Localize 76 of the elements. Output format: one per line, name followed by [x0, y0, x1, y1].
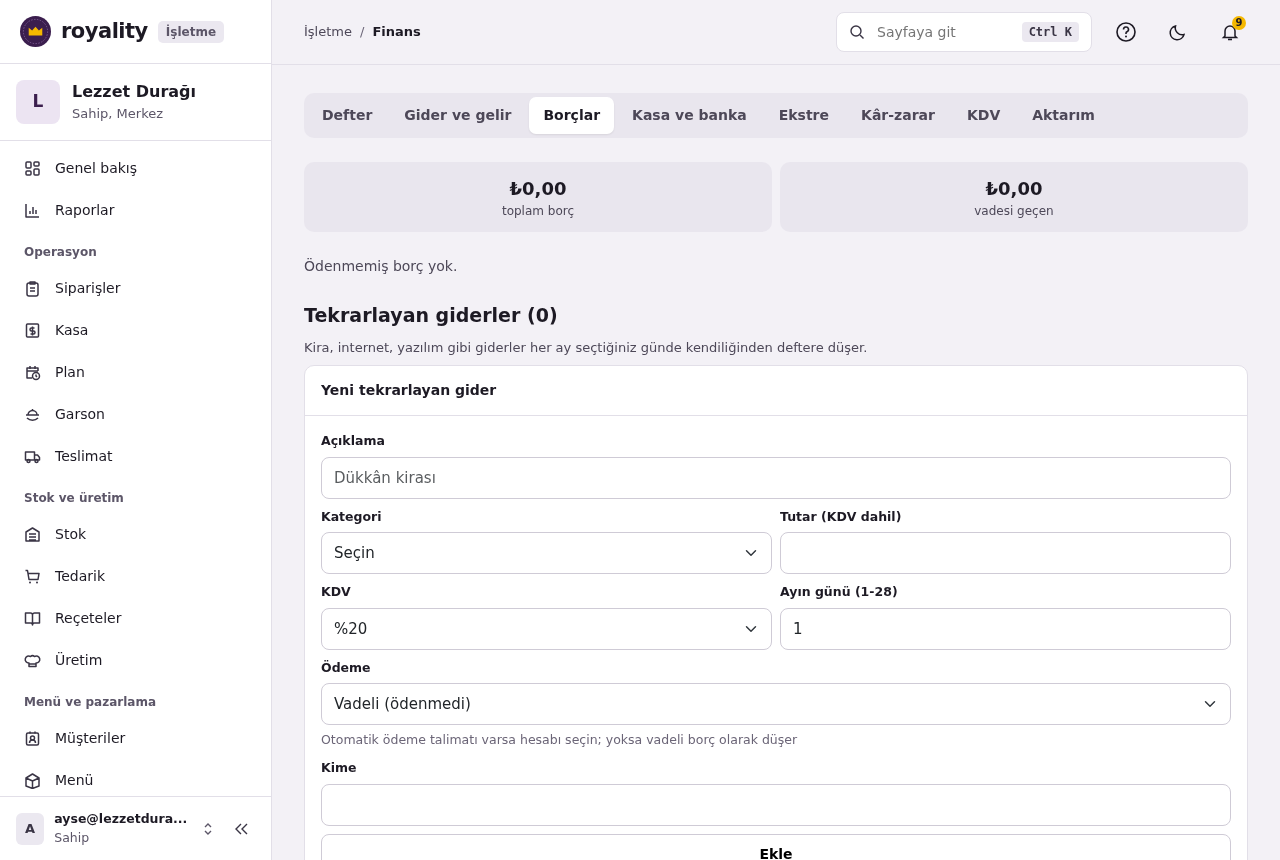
nav-section-label: Stok ve üretim — [23, 490, 125, 507]
input-field[interactable]: Dükkân kirası — [321, 456, 1231, 499]
select-field[interactable]: Seçin — [321, 532, 772, 575]
field-label: Ayın günü (1-28) — [780, 583, 899, 602]
stat-value: ₺0,00 — [985, 176, 1043, 201]
select-field[interactable]: %20 — [321, 607, 772, 650]
sidebar-item[interactable]: Üretim — [8, 639, 263, 681]
warehouse-icon — [24, 525, 41, 543]
sidebar-item[interactable]: Siparişler — [8, 267, 263, 309]
breadcrumb-link[interactable]: İşletme — [304, 22, 352, 42]
field-hint: Otomatik ödeme talimatı varsa hesabı seçin; yoksa vadeli borç olarak düşer — [321, 731, 799, 750]
notifications-button[interactable]: 9 — [1212, 14, 1248, 50]
book-icon — [24, 609, 41, 627]
search-icon — [849, 24, 865, 40]
tab[interactable]: Gider ve gelir — [390, 97, 526, 134]
search-field[interactable]: Sayfaya git Ctrl K — [836, 12, 1092, 52]
empty-message: Ödenmemiş borç yok. — [304, 257, 459, 276]
clipboard-icon — [24, 279, 41, 297]
contact-card-icon — [24, 729, 41, 747]
sidebar-item[interactable]: Genel bakış — [8, 147, 263, 189]
search-input[interactable]: Sayfaya git — [875, 20, 1012, 44]
cash-register-icon — [24, 321, 41, 339]
sidebar-item[interactable]: Menü — [8, 759, 263, 796]
cart-icon — [24, 567, 41, 585]
business-role: Sahip, Merkez — [72, 105, 165, 124]
form-title: Yeni tekrarlayan gider — [305, 366, 1247, 416]
user-email: ayse@lezzetdura... — [54, 809, 188, 828]
tab[interactable]: Kasa ve banka — [618, 97, 761, 134]
sidebar-item[interactable]: Reçeteler — [8, 597, 263, 639]
tab[interactable]: Kâr-zarar — [847, 97, 949, 134]
section-description: Kira, internet, yazılım gibi giderler her ay seçtiğiniz günde kendiliğinden deftere düşer. — [304, 338, 869, 357]
business-name: Lezzet Durağı — [72, 81, 197, 104]
notification-count-badge: 9 — [1232, 16, 1246, 30]
select-field[interactable]: Vadeli (ödenmedi) — [321, 683, 1231, 726]
add-button[interactable]: Ekle — [321, 833, 1231, 860]
bar-chart-icon — [24, 201, 41, 219]
breadcrumb-separator: / — [360, 23, 365, 42]
field-label: Ödeme — [321, 658, 372, 677]
shortcut-hint: Ctrl K — [1021, 22, 1079, 42]
field-label: Kime — [321, 758, 358, 777]
sidebar-item[interactable]: Raporlar — [8, 189, 263, 231]
input-field[interactable]: 1 — [780, 607, 1231, 650]
box-icon — [24, 771, 41, 789]
tab[interactable]: Aktarım — [1018, 97, 1109, 134]
tab[interactable]: KDV — [952, 97, 1015, 134]
stat-value: ₺0,00 — [509, 176, 567, 201]
sidebar-item[interactable]: Tedarik — [8, 555, 263, 597]
user-role: Sahip — [54, 828, 91, 847]
sidebar-item[interactable]: Müşteriler — [8, 717, 263, 759]
calendar-clock-icon — [24, 363, 41, 381]
sidebar-item[interactable]: Kasa — [8, 309, 263, 351]
tab[interactable]: Ekstre — [764, 97, 844, 134]
nav-section-label: Operasyon — [23, 244, 98, 261]
sidebar-item[interactable]: Stok — [8, 513, 263, 555]
sidebar-item[interactable]: Garson — [8, 393, 263, 435]
field-label: Tutar (KDV dahil) — [780, 507, 903, 526]
input-field[interactable] — [780, 532, 1231, 575]
crown-logo-icon — [20, 16, 51, 47]
brand-name: royality — [61, 17, 148, 45]
stat-label: vadesi geçen — [974, 202, 1054, 220]
tab[interactable]: Defter — [308, 97, 387, 134]
tab[interactable]: Borçlar — [529, 97, 615, 134]
nav-section-label: Menü ve pazarlama — [23, 694, 157, 711]
business-avatar: L — [16, 80, 60, 124]
stat-label: toplam borç — [501, 202, 575, 220]
field-label: Açıklama — [321, 432, 386, 450]
field-label: KDV — [321, 583, 352, 602]
dashboard-grid-icon — [24, 159, 41, 177]
section-title: Tekrarlayan giderler (0) — [304, 303, 559, 328]
workspace-tag: İşletme — [157, 20, 225, 43]
input-field[interactable] — [321, 783, 1231, 826]
user-avatar: A — [16, 812, 45, 845]
field-label: Kategori — [321, 507, 383, 526]
breadcrumb-current[interactable]: Finans — [372, 22, 421, 42]
sidebar-item[interactable]: Teslimat — [8, 435, 263, 477]
sidebar-item[interactable]: Plan — [8, 351, 263, 393]
